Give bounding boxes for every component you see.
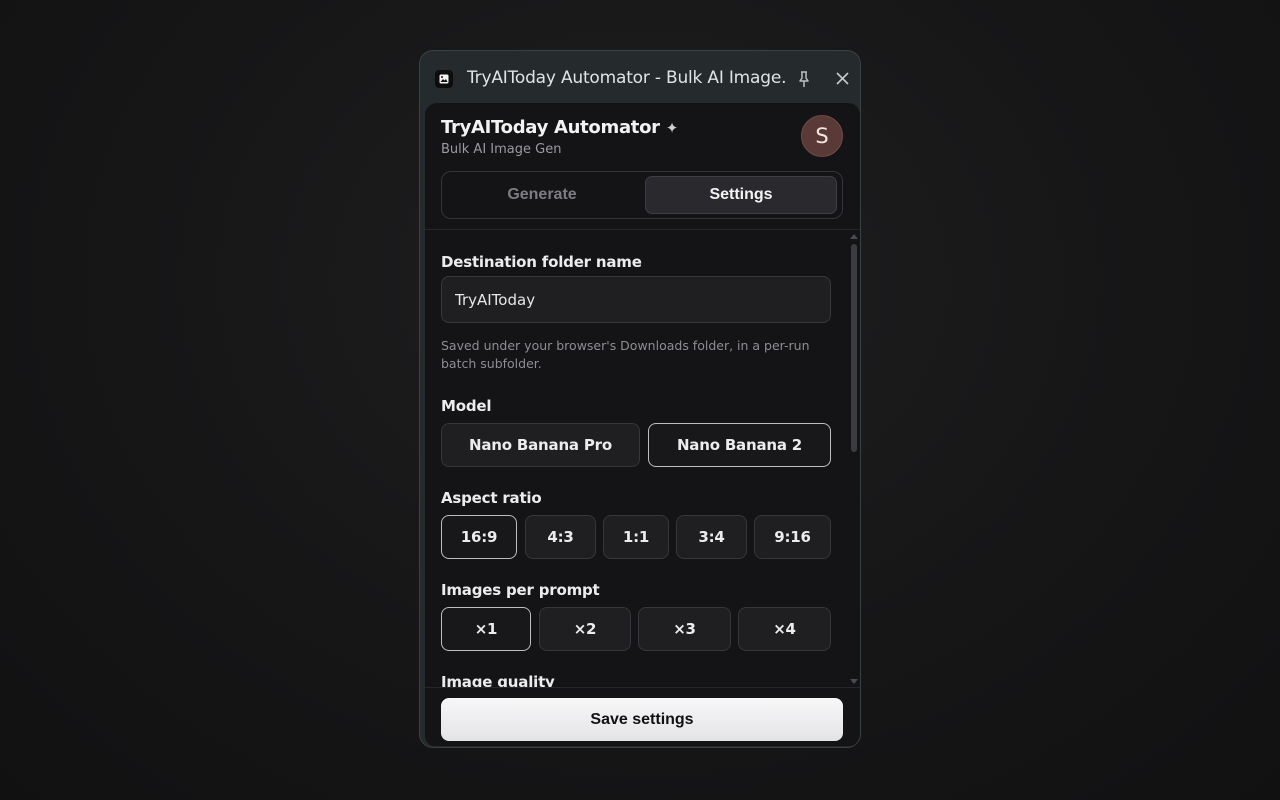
aspect-option-9-16[interactable]: 9:16 — [754, 515, 831, 559]
extension-window: TryAIToday Automator - Bulk AI Image... … — [419, 50, 861, 748]
avatar[interactable]: S — [801, 115, 843, 157]
aspect-option-3-4[interactable]: 3:4 — [676, 515, 747, 559]
save-settings-button[interactable]: Save settings — [441, 698, 843, 741]
sparkle-icon: ✦ — [665, 119, 679, 137]
window-title: TryAIToday Automator - Bulk AI Image... — [467, 68, 787, 88]
brand-title-text: TryAIToday Automator — [441, 117, 660, 138]
scrollbar[interactable] — [849, 230, 859, 687]
images-option-x3[interactable]: ×3 — [638, 607, 731, 651]
tab-bar: Generate Settings — [441, 171, 843, 219]
close-icon[interactable] — [835, 71, 850, 86]
brand-subtitle: Bulk AI Image Gen — [441, 142, 562, 157]
image-quality-label: Image quality — [441, 673, 555, 687]
images-per-prompt-label: Images per prompt — [441, 581, 600, 599]
images-option-x2[interactable]: ×2 — [539, 607, 631, 651]
aspect-option-16-9[interactable]: 16:9 — [441, 515, 517, 559]
settings-scroll-area[interactable]: Destination folder name Saved under your… — [425, 230, 860, 687]
images-option-x4[interactable]: ×4 — [738, 607, 831, 651]
brand-title: TryAIToday Automator ✦ — [441, 117, 678, 138]
model-label: Model — [441, 397, 492, 415]
title-bar: TryAIToday Automator - Bulk AI Image... — [420, 51, 860, 103]
destination-label: Destination folder name — [441, 253, 642, 271]
aspect-option-4-3[interactable]: 4:3 — [525, 515, 596, 559]
app-icon — [435, 70, 453, 88]
tab-generate[interactable]: Generate — [446, 176, 638, 214]
scroll-thumb[interactable] — [851, 244, 857, 452]
settings-panel: TryAIToday Automator ✦ Bulk AI Image Gen … — [425, 103, 860, 746]
aspect-option-1-1[interactable]: 1:1 — [603, 515, 669, 559]
tab-settings[interactable]: Settings — [645, 176, 837, 214]
model-option-nano-banana-2[interactable]: Nano Banana 2 — [648, 423, 831, 467]
aspect-ratio-label: Aspect ratio — [441, 489, 542, 507]
scroll-down-arrow-icon[interactable] — [850, 679, 858, 684]
destination-helper-text: Saved under your browser's Downloads fol… — [441, 338, 810, 371]
images-option-x1[interactable]: ×1 — [441, 607, 531, 651]
divider — [425, 687, 860, 688]
model-option-nano-banana-pro[interactable]: Nano Banana Pro — [441, 423, 640, 467]
scroll-up-arrow-icon[interactable] — [850, 234, 858, 239]
pin-icon[interactable] — [796, 70, 812, 88]
destination-folder-input[interactable] — [441, 276, 831, 323]
